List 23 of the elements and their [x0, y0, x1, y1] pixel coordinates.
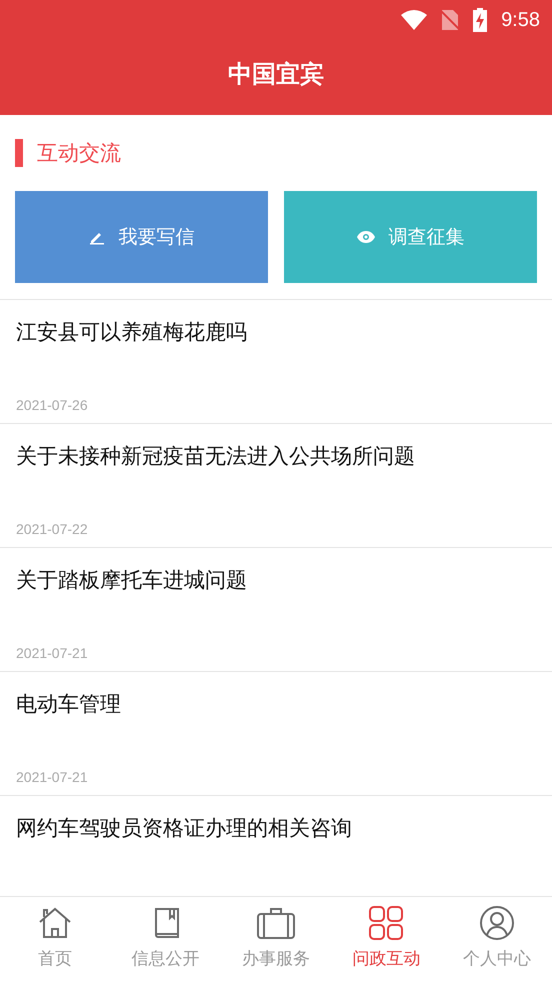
action-button[interactable]: 调查征集 [284, 191, 537, 283]
post-title[interactable]: 电动车管理 [16, 690, 536, 718]
post-date: 2021-07-21 [16, 645, 89, 661]
grid-icon [368, 905, 404, 941]
house-icon [37, 905, 74, 941]
post-title[interactable]: 江安县可以养殖梅花鹿吗 [16, 318, 536, 346]
status-time: 9:58 [501, 8, 540, 32]
post-date: 2021-07-26 [16, 397, 89, 413]
eye-icon [356, 231, 374, 243]
briefcase-icon [256, 905, 296, 941]
post-date: 2021-07-21 [16, 769, 89, 785]
wifi-icon [401, 10, 428, 30]
battery-charging-icon [473, 8, 488, 32]
section-title: 互动交流 [37, 140, 121, 167]
user-icon [478, 905, 515, 941]
app-title: 中国宜宾 [228, 58, 324, 90]
action-button[interactable]: 我要写信 [15, 191, 268, 283]
post-title[interactable]: 关于未接种新冠疫苗无法进入公共场所问题 [16, 442, 536, 470]
post-title[interactable]: 关于踏板摩托车进城问题 [16, 566, 536, 594]
post-date: 2021-07-22 [16, 521, 89, 537]
no-sim-icon [441, 9, 460, 31]
post-title[interactable]: 网约车驾驶员资格证办理的相关咨询 [16, 814, 536, 842]
section-marker [15, 139, 23, 167]
